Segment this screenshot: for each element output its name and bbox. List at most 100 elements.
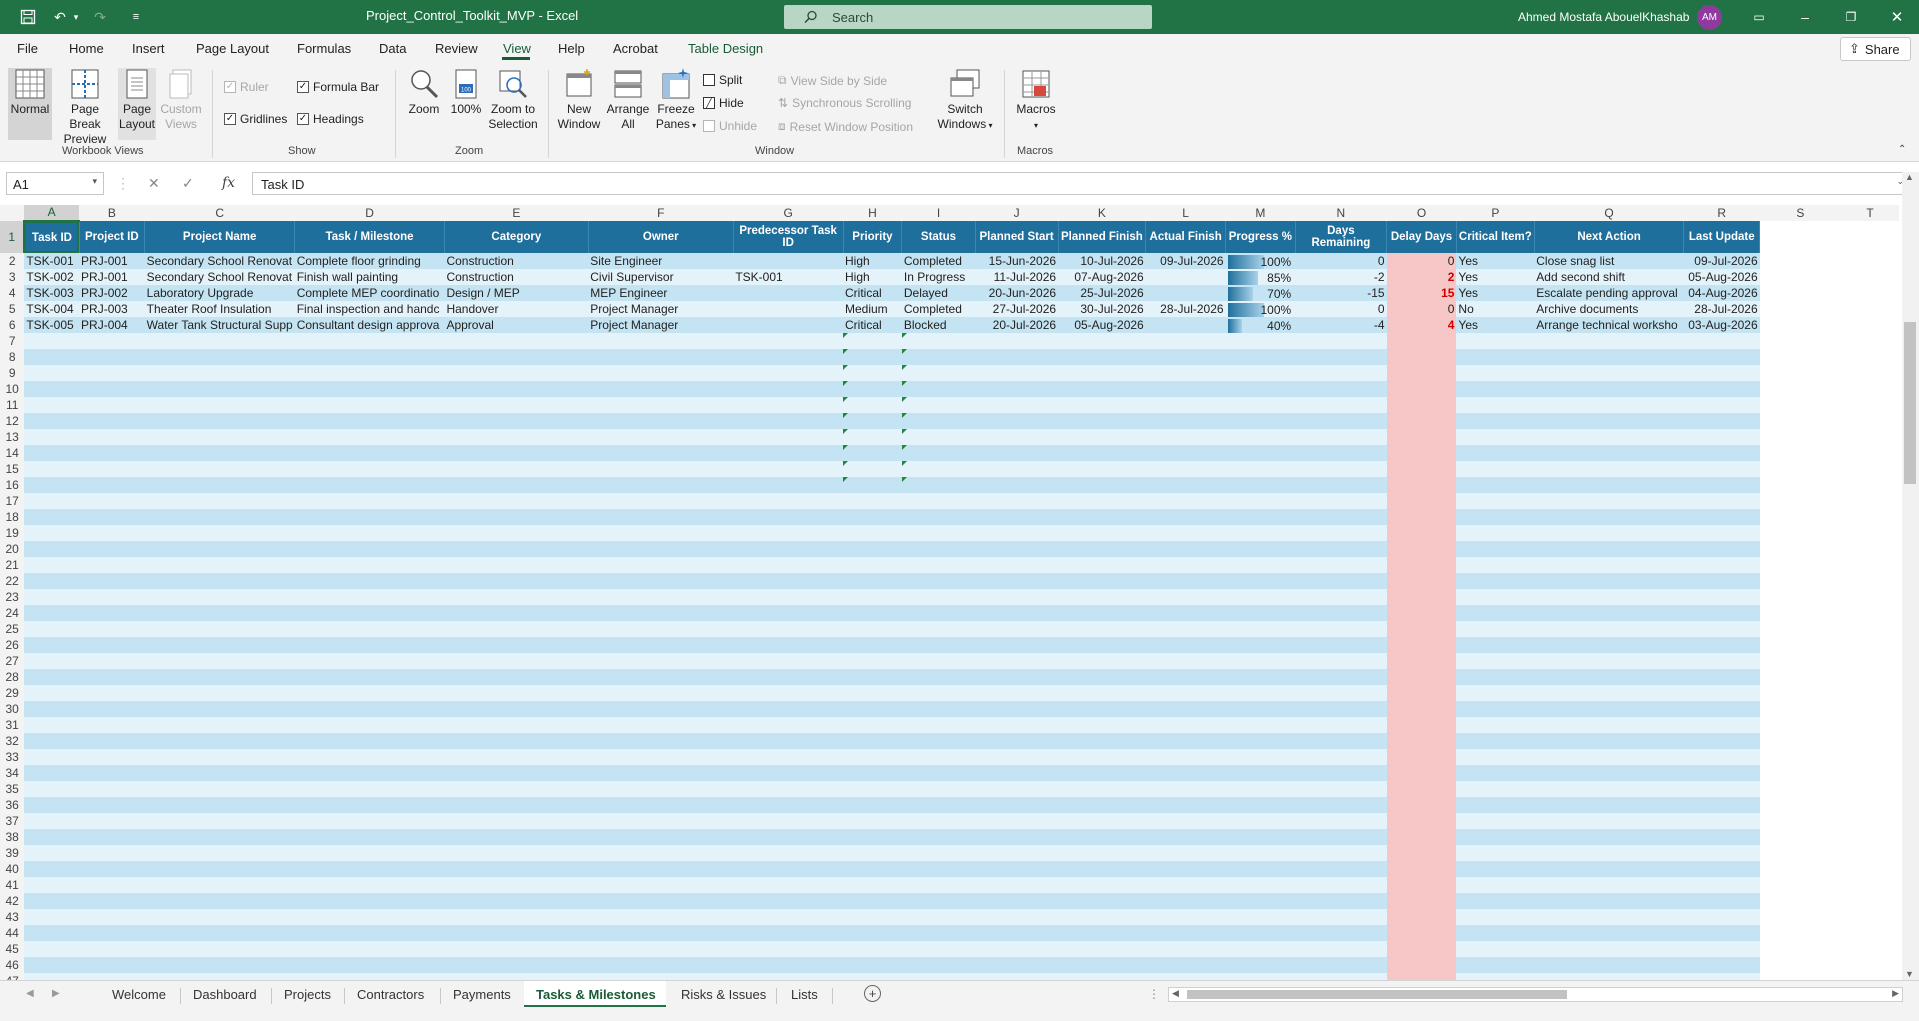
cell[interactable]	[1145, 733, 1226, 749]
cell[interactable]	[588, 525, 734, 541]
cell[interactable]	[1058, 685, 1146, 701]
cell[interactable]	[1386, 845, 1457, 861]
cell[interactable]	[975, 701, 1059, 717]
cell[interactable]	[588, 333, 734, 349]
cell[interactable]	[1456, 333, 1535, 349]
cell[interactable]	[1295, 749, 1387, 765]
tab-acrobat[interactable]: Acrobat	[613, 41, 658, 56]
cell[interactable]	[1683, 957, 1760, 973]
cell[interactable]	[1386, 733, 1457, 749]
row-header[interactable]: 43	[0, 909, 25, 925]
cell[interactable]	[901, 845, 976, 861]
cell[interactable]	[1145, 813, 1226, 829]
cell[interactable]	[1841, 877, 1899, 893]
cell[interactable]	[444, 333, 589, 349]
cell[interactable]	[24, 573, 80, 589]
cell[interactable]	[901, 733, 976, 749]
cell[interactable]	[1386, 605, 1457, 621]
cell[interactable]	[588, 685, 734, 701]
tab-insert[interactable]: Insert	[132, 41, 165, 56]
cell[interactable]: TSK-002	[24, 269, 80, 285]
cell[interactable]: Site Engineer	[588, 253, 734, 269]
cell[interactable]	[1225, 861, 1296, 877]
cell[interactable]	[843, 813, 902, 829]
cell[interactable]	[843, 653, 902, 669]
column-header-g[interactable]: G	[733, 205, 843, 221]
cell[interactable]	[843, 541, 902, 557]
cell[interactable]	[588, 781, 734, 797]
hide-button[interactable]: ╱ Hide	[703, 96, 744, 110]
cell[interactable]	[843, 525, 902, 541]
row-header[interactable]: 31	[0, 717, 25, 733]
cell[interactable]	[1759, 893, 1842, 909]
cell[interactable]	[1058, 589, 1146, 605]
row-header[interactable]: 25	[0, 621, 25, 637]
cell[interactable]	[588, 925, 734, 941]
cell[interactable]	[1841, 365, 1899, 381]
cell[interactable]	[144, 909, 295, 925]
cell[interactable]	[1841, 253, 1899, 269]
cell[interactable]	[1456, 813, 1535, 829]
cell[interactable]	[144, 413, 295, 429]
normal-view-button[interactable]: Normal	[8, 68, 52, 140]
cell[interactable]	[975, 637, 1059, 653]
cell[interactable]	[1759, 781, 1842, 797]
vertical-scroll-thumb[interactable]	[1904, 322, 1916, 484]
cell[interactable]	[24, 429, 80, 445]
cell[interactable]	[1759, 253, 1842, 269]
header-cell[interactable]: Task ID	[24, 221, 80, 253]
cell[interactable]	[1759, 877, 1842, 893]
cell[interactable]	[1295, 509, 1387, 525]
column-header-p[interactable]: P	[1456, 205, 1535, 221]
cell[interactable]	[294, 909, 445, 925]
row-header[interactable]: 42	[0, 893, 25, 909]
cell[interactable]	[1534, 877, 1684, 893]
cell[interactable]	[1295, 365, 1387, 381]
cell[interactable]	[1058, 365, 1146, 381]
cell[interactable]	[1386, 893, 1457, 909]
cell[interactable]	[1759, 637, 1842, 653]
cell[interactable]	[1759, 829, 1842, 845]
cell[interactable]	[975, 621, 1059, 637]
cell[interactable]	[1058, 541, 1146, 557]
cell[interactable]	[588, 429, 734, 445]
cell[interactable]	[24, 669, 80, 685]
cell[interactable]	[1534, 957, 1684, 973]
cell[interactable]	[1534, 893, 1684, 909]
cell[interactable]	[444, 829, 589, 845]
cell[interactable]	[1295, 797, 1387, 813]
cell[interactable]	[1225, 541, 1296, 557]
cell[interactable]	[588, 765, 734, 781]
cell[interactable]	[24, 493, 80, 509]
cell[interactable]	[1841, 941, 1899, 957]
cell[interactable]	[1225, 813, 1296, 829]
cell[interactable]	[843, 909, 902, 925]
cell[interactable]	[975, 589, 1059, 605]
cell[interactable]	[1145, 845, 1226, 861]
cell[interactable]	[1683, 845, 1760, 861]
cell[interactable]	[24, 365, 80, 381]
cell[interactable]	[444, 349, 589, 365]
cell[interactable]	[1225, 845, 1296, 861]
cell[interactable]	[588, 397, 734, 413]
cell[interactable]	[843, 477, 902, 493]
cell[interactable]	[1683, 829, 1760, 845]
cell[interactable]	[444, 557, 589, 573]
cell[interactable]	[975, 797, 1059, 813]
cell[interactable]	[1759, 941, 1842, 957]
cell[interactable]	[1386, 493, 1457, 509]
name-box[interactable]: A1 ▾	[6, 172, 104, 195]
cell[interactable]	[1386, 621, 1457, 637]
cell[interactable]	[1841, 973, 1899, 980]
cell[interactable]: Arrange technical worksho	[1534, 317, 1684, 333]
cell[interactable]	[1759, 589, 1842, 605]
cell[interactable]	[444, 381, 589, 397]
cell[interactable]	[1841, 637, 1899, 653]
cell[interactable]	[1759, 605, 1842, 621]
vertical-scrollbar[interactable]: ▲ ▼	[1902, 172, 1919, 984]
cell[interactable]	[1295, 333, 1387, 349]
cell[interactable]	[1759, 813, 1842, 829]
cell[interactable]	[1534, 717, 1684, 733]
row-header[interactable]: 9	[0, 365, 25, 381]
cell[interactable]	[79, 637, 145, 653]
